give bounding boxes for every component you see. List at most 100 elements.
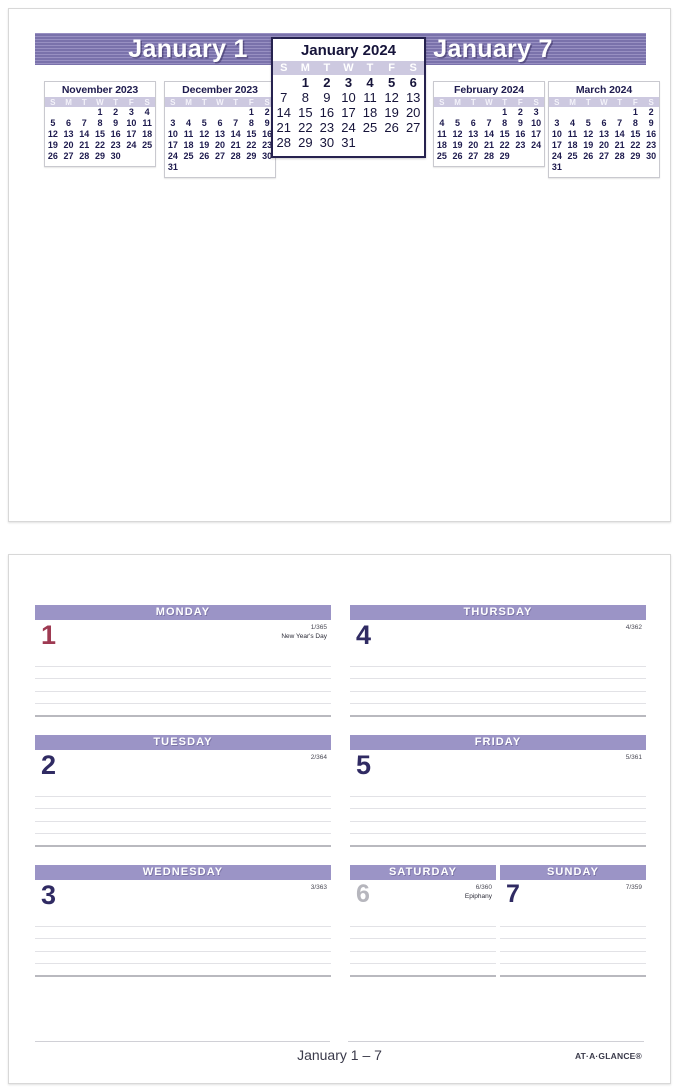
mini-day-cell[interactable]: 27 [465,151,481,162]
mini-day-cell[interactable]: 8 [244,118,260,129]
writing-line[interactable] [35,692,331,705]
mini-calendar-february-2024[interactable]: February 2024 S M T W T F S 1 2 3 4 5 6 7 8 9 10 11 12 13 14… [433,81,545,167]
writing-line[interactable] [350,939,496,952]
mini-day-cell[interactable]: 9 [643,118,659,129]
featured-day-cell[interactable]: 24 [338,120,360,135]
mini-day-cell[interactable]: 19 [45,140,61,151]
mini-day-cell[interactable]: 30 [108,151,124,162]
writing-line[interactable] [35,939,331,952]
writing-line[interactable] [500,952,646,965]
mini-day-cell[interactable]: 12 [45,129,61,140]
mini-day-cell[interactable]: 29 [497,151,513,162]
day-block-wednesday[interactable]: WEDNESDAY 3 3/363 [35,865,331,980]
mini-day-cell[interactable]: 1 [92,107,108,118]
writing-lines-wednesday[interactable] [35,914,331,977]
day-block-thursday[interactable]: THURSDAY 4 4/362 [350,605,646,720]
day-body-monday[interactable]: 1 1/365 New Year's Day [35,620,331,720]
featured-day-cell[interactable]: 25 [359,120,381,135]
featured-day-cell[interactable]: 21 [273,120,295,135]
mini-day-cell[interactable]: 25 [434,151,450,162]
day-block-friday[interactable]: FRIDAY 5 5/361 [350,735,646,850]
mini-day-cell[interactable]: 27 [212,151,228,162]
mini-day-cell[interactable]: 17 [124,129,140,140]
featured-day-cell[interactable]: 10 [338,90,360,105]
mini-day-cell[interactable]: 29 [244,151,260,162]
day-body-tuesday[interactable]: 2 2/364 [35,750,331,850]
featured-day-cell[interactable]: 17 [338,105,360,120]
mini-day-cell[interactable]: 11 [181,129,197,140]
mini-day-cell[interactable]: 7 [228,118,244,129]
featured-day-cell[interactable]: 11 [359,90,381,105]
mini-day-cell[interactable]: 6 [61,118,77,129]
featured-day-cell[interactable]: 22 [295,120,317,135]
day-block-saturday[interactable]: SATURDAY 6 6/360 Epiphany [350,865,496,980]
writing-lines-friday[interactable] [350,784,646,847]
mini-day-cell[interactable]: 26 [580,151,596,162]
writing-line[interactable] [350,834,646,847]
mini-day-cell[interactable]: 10 [165,129,181,140]
mini-day-cell[interactable]: 24 [549,151,565,162]
mini-day-cell[interactable]: 22 [244,140,260,151]
featured-day-cell[interactable]: 14 [273,105,295,120]
mini-day-cell[interactable]: 3 [528,107,544,118]
mini-day-cell[interactable]: 3 [165,118,181,129]
mini-day-cell[interactable]: 12 [196,129,212,140]
featured-calendar-january-2024[interactable]: January 2024 S M T W T F S 1 2 3 4 5 6 7 8 9 10 11 12 13 14 1… [271,37,426,158]
mini-day-cell[interactable]: 19 [196,140,212,151]
writing-lines-sunday[interactable] [500,914,646,977]
featured-day-cell[interactable]: 5 [381,75,403,90]
mini-day-cell[interactable]: 14 [228,129,244,140]
writing-line[interactable] [500,927,646,940]
mini-day-cell[interactable]: 16 [643,129,659,140]
mini-day-cell[interactable]: 13 [61,129,77,140]
mini-day-cell[interactable]: 6 [212,118,228,129]
mini-day-cell[interactable]: 29 [628,151,644,162]
mini-day-cell[interactable]: 10 [528,118,544,129]
writing-lines-saturday[interactable] [350,914,496,977]
mini-day-cell[interactable]: 10 [549,129,565,140]
featured-day-cell[interactable]: 26 [381,120,403,135]
writing-line[interactable] [350,822,646,835]
writing-line[interactable] [350,964,496,977]
writing-line[interactable] [35,952,331,965]
mini-day-cell[interactable]: 20 [212,140,228,151]
writing-lines-thursday[interactable] [350,654,646,717]
writing-line[interactable] [35,654,331,667]
writing-line[interactable] [350,952,496,965]
mini-day-cell[interactable]: 16 [108,129,124,140]
writing-line[interactable] [35,809,331,822]
writing-line[interactable] [350,797,646,810]
mini-day-cell[interactable]: 24 [528,140,544,151]
mini-day-cell[interactable]: 18 [181,140,197,151]
mini-day-cell[interactable]: 13 [596,129,612,140]
mini-day-cell[interactable]: 6 [465,118,481,129]
mini-day-cell[interactable]: 14 [481,129,497,140]
mini-day-cell[interactable]: 15 [497,129,513,140]
mini-day-cell[interactable]: 31 [549,162,565,173]
featured-day-cell[interactable]: 1 [295,75,317,90]
mini-day-cell[interactable]: 26 [450,151,466,162]
mini-day-cell[interactable]: 28 [228,151,244,162]
writing-line[interactable] [35,834,331,847]
mini-calendar-november-2023[interactable]: November 2023 S M T W T F S 1 2 3 4 5 6 7 8 9 10 11 12 13 14… [44,81,156,167]
featured-day-cell[interactable]: 20 [402,105,424,120]
mini-day-cell[interactable]: 18 [565,140,581,151]
writing-line[interactable] [350,809,646,822]
mini-day-cell[interactable]: 16 [513,129,529,140]
featured-day-cell[interactable]: 13 [402,90,424,105]
writing-line[interactable] [35,797,331,810]
mini-day-cell[interactable]: 21 [228,140,244,151]
mini-day-cell[interactable]: 15 [244,129,260,140]
featured-day-cell[interactable]: 18 [359,105,381,120]
writing-line[interactable] [350,704,646,717]
mini-day-cell[interactable]: 8 [628,118,644,129]
mini-day-cell[interactable]: 5 [45,118,61,129]
mini-calendar-december-2023[interactable]: December 2023 S M T W T F S 1 2 3 4 5 6 7 8 9 10 11 12 13 14… [164,81,276,178]
writing-line[interactable] [500,914,646,927]
featured-day-cell[interactable]: 23 [316,120,338,135]
mini-day-cell[interactable]: 15 [92,129,108,140]
mini-day-cell[interactable]: 3 [549,118,565,129]
writing-line[interactable] [35,704,331,717]
featured-day-cell[interactable]: 19 [381,105,403,120]
day-block-monday[interactable]: MONDAY 1 1/365 New Year's Day [35,605,331,720]
